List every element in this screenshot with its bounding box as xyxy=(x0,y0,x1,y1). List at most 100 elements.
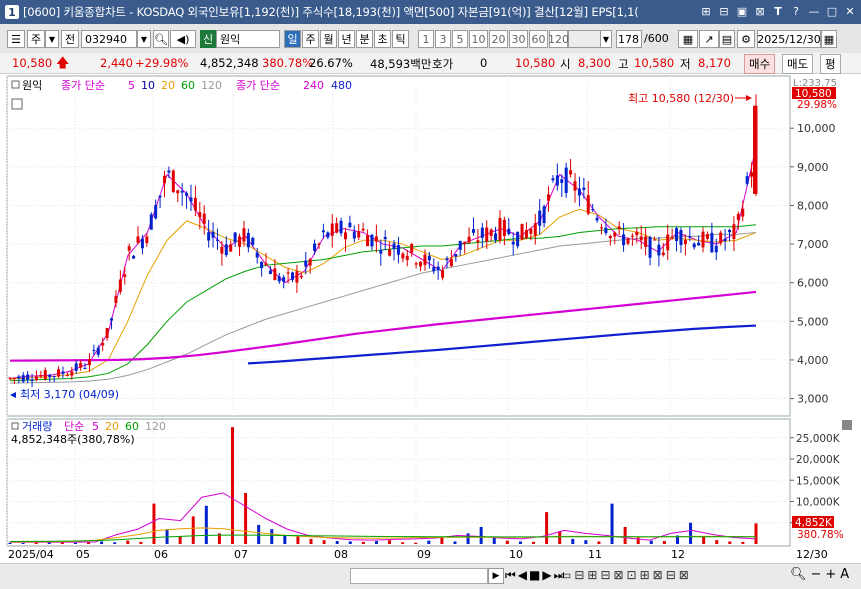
font-size-icon[interactable]: T xyxy=(771,4,785,19)
volume-bar xyxy=(715,540,719,544)
candle-body xyxy=(224,244,228,256)
interval-button-60[interactable]: 60 xyxy=(529,30,548,48)
scroll-track[interactable] xyxy=(350,568,488,584)
save-icon[interactable]: ▤ xyxy=(719,30,735,48)
candle-body xyxy=(401,253,405,259)
interval-button-20[interactable]: 20 xyxy=(489,30,508,48)
chart-tools-icon[interactable]: ↗ xyxy=(699,30,719,48)
link-icon[interactable]: ⊞ xyxy=(699,4,713,19)
chart-scrollbar[interactable]: ▶ ⏮◀■▶⏭ ▭⊟⊞⊟⊠⊡⊞⊠⊟⊠ 🔍︎−+A xyxy=(0,563,861,589)
candle-body xyxy=(679,230,683,246)
candle-body xyxy=(326,232,330,238)
candle-body xyxy=(374,236,378,242)
interval-button-30[interactable]: 30 xyxy=(509,30,528,48)
volume-chart[interactable]: 5,000K10,000K15,000K20,000K25,000K거래량단순5… xyxy=(0,418,861,563)
candle-body xyxy=(485,227,489,242)
eval-button[interactable]: 평 xyxy=(820,54,841,74)
candle-body xyxy=(728,229,732,233)
list-icon[interactable]: ☰ xyxy=(7,30,25,48)
price-tick-label: 7,000 xyxy=(797,238,829,251)
settings-grid-icon[interactable]: ▦ xyxy=(678,30,698,48)
prev-button[interactable]: 전 xyxy=(61,30,79,48)
candle-body xyxy=(705,234,709,239)
calendar-icon[interactable]: ▦ xyxy=(821,30,837,48)
interval-button-10[interactable]: 10 xyxy=(469,30,488,48)
candle-body xyxy=(70,371,74,376)
candle-body xyxy=(507,228,511,235)
candle-body xyxy=(555,175,559,186)
candle-body xyxy=(719,232,723,244)
bid-value: 0 xyxy=(480,56,488,70)
date-input[interactable]: 2025/12/30 xyxy=(757,30,821,48)
volume-bar xyxy=(649,540,653,544)
window-icon[interactable]: ▣ xyxy=(735,4,749,19)
candle-body xyxy=(600,227,604,229)
candle-body xyxy=(569,170,573,175)
candle-body xyxy=(723,238,727,242)
candle-body xyxy=(520,223,524,240)
period-tab-0[interactable]: 일 xyxy=(284,30,301,48)
buy-button[interactable]: 매수 xyxy=(744,54,776,74)
interval-button-1[interactable]: 1 xyxy=(418,30,434,48)
candle-body xyxy=(463,241,467,245)
interval-dropdown-icon[interactable]: ▼ xyxy=(600,30,612,48)
zoom-controls[interactable]: 🔍︎−+A xyxy=(790,567,853,582)
type-dropdown-icon[interactable]: ▼ xyxy=(45,30,59,48)
ma-legend-title2: 종가 단순 xyxy=(236,79,280,92)
close-icon[interactable]: ✕ xyxy=(843,4,857,19)
playback-controls[interactable]: ⏮◀■▶⏭ xyxy=(505,568,566,583)
price-chart[interactable]: 3,000 4,000 5,000 6,000 7,000 8,000 9,000 10,00… xyxy=(0,75,861,418)
candle-body xyxy=(441,270,445,278)
count-input[interactable]: 178 xyxy=(616,30,642,48)
low-annotation: 최저 3,170 (04/09) xyxy=(20,388,119,401)
chart-icon[interactable]: ⊠ xyxy=(753,4,767,19)
minimize-icon[interactable]: — xyxy=(807,4,821,19)
volume-title: 거래량 xyxy=(22,420,52,433)
code-dropdown-icon[interactable]: ▼ xyxy=(137,30,151,48)
candle-body xyxy=(710,232,714,253)
stock-code-input[interactable]: 032940 xyxy=(81,30,137,48)
candle-body xyxy=(405,255,409,261)
period-tab-2[interactable]: 월 xyxy=(320,30,337,48)
candle-body xyxy=(79,362,83,368)
help-icon[interactable]: ? xyxy=(789,4,803,19)
search-icon[interactable]: 🔍︎ xyxy=(153,30,169,48)
volume-bar xyxy=(532,541,536,544)
candle-body xyxy=(114,295,118,304)
chart-tools-icons[interactable]: ▭⊟⊞⊟⊠⊡⊞⊠⊟⊠ xyxy=(560,568,692,582)
volume-tick-label: 15,000K xyxy=(796,475,841,487)
candle-body xyxy=(335,223,339,233)
sell-button[interactable]: 매도 xyxy=(782,54,814,74)
period-tab-6[interactable]: 틱 xyxy=(392,30,409,48)
maximize-icon[interactable]: □ xyxy=(825,4,839,19)
period-tab-4[interactable]: 분 xyxy=(356,30,373,48)
gear-icon[interactable]: ⚙ xyxy=(737,30,755,48)
candle-body xyxy=(560,179,564,183)
period-tab-3[interactable]: 년 xyxy=(338,30,355,48)
volume-bar xyxy=(257,524,261,544)
period-tab-1[interactable]: 주 xyxy=(302,30,319,48)
interval-button-120[interactable]: 120 xyxy=(548,30,569,48)
candle-body xyxy=(149,214,153,230)
candle-body xyxy=(65,374,69,376)
period-tab-5[interactable]: 초 xyxy=(374,30,391,48)
bid-label: 호가 xyxy=(432,57,454,71)
type-select[interactable]: 주 xyxy=(27,30,45,48)
candle-body xyxy=(458,240,462,250)
speaker-icon[interactable]: ◀) xyxy=(170,30,196,48)
candle-body xyxy=(101,342,105,346)
interval-button-3[interactable]: 3 xyxy=(435,30,451,48)
volume-tick-label: 25,000K xyxy=(796,433,841,445)
tile-icon[interactable]: ⊟ xyxy=(717,4,731,19)
x-axis-label: 06 xyxy=(154,548,168,561)
candle-body xyxy=(498,218,502,241)
scroll-right-icon[interactable]: ▶ xyxy=(488,568,504,584)
window-title-bar: 1 [0600] 키움종합차트 - KOSDAQ 외국인보유[1,192(천)]… xyxy=(0,0,861,24)
candle-body xyxy=(630,235,634,237)
candle-body xyxy=(357,231,361,238)
volume-bar xyxy=(139,541,143,544)
x-axis-label: 2025/04 xyxy=(8,548,54,561)
candle-body xyxy=(211,231,215,238)
interval-button-5[interactable]: 5 xyxy=(452,30,468,48)
stock-name-field[interactable]: 원익 xyxy=(216,30,280,48)
